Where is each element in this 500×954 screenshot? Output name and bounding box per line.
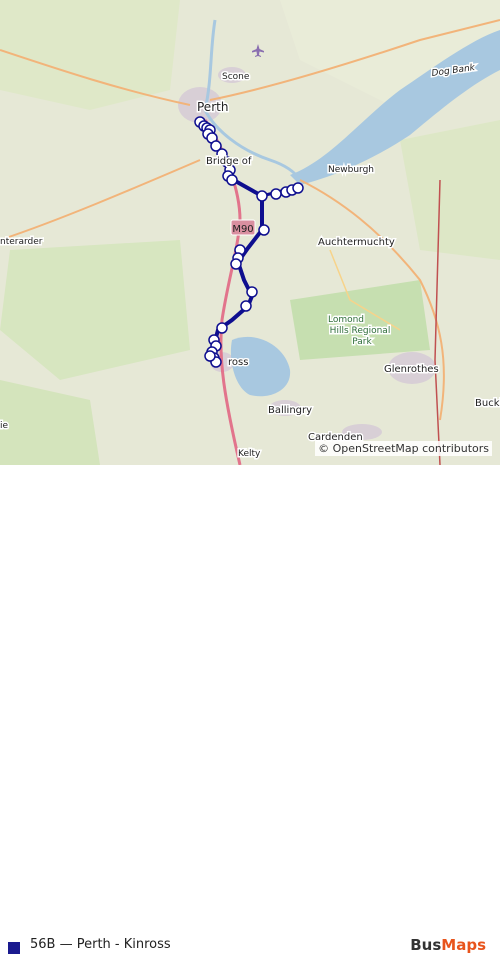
- busmaps-logo[interactable]: BusMaps: [410, 936, 486, 954]
- road-shield-label: M90: [232, 224, 253, 235]
- place-label: Scone: [222, 72, 250, 82]
- logo-part-2: Maps: [441, 936, 486, 954]
- road-shield-m90: M90: [230, 219, 256, 236]
- map-labels: Perth Scone Bridge of Newburgh Dog Bank …: [0, 61, 500, 460]
- map-attribution[interactable]: © OpenStreetMap contributors: [315, 441, 492, 456]
- route-label: 56B — Perth - Kinross: [30, 937, 171, 952]
- place-label: Auchtermuchty: [318, 237, 395, 248]
- map-canvas[interactable]: Perth Scone Bridge of Newburgh Dog Bank …: [0, 0, 500, 465]
- legend-bar: 56B — Perth - Kinross BusMaps: [0, 465, 500, 954]
- place-label: Kelty: [238, 449, 261, 459]
- place-label: Glenrothes: [384, 364, 439, 375]
- place-label: Buckh: [475, 398, 500, 409]
- place-label: Perth: [197, 100, 228, 114]
- place-label: ie: [0, 421, 9, 431]
- route-color-swatch: [8, 942, 20, 954]
- logo-part-1: Bus: [410, 936, 442, 954]
- place-label: Hills Regional: [330, 326, 391, 336]
- place-label: Ballingry: [268, 405, 312, 416]
- place-label: ross: [228, 357, 248, 368]
- place-label: Bridge of: [206, 156, 252, 167]
- place-label: Newburgh: [328, 165, 374, 175]
- place-label: Park: [352, 337, 372, 347]
- place-label: nterarder: [0, 237, 43, 247]
- place-label: Lomond: [328, 315, 364, 325]
- place-label: Dog Bank: [431, 63, 476, 79]
